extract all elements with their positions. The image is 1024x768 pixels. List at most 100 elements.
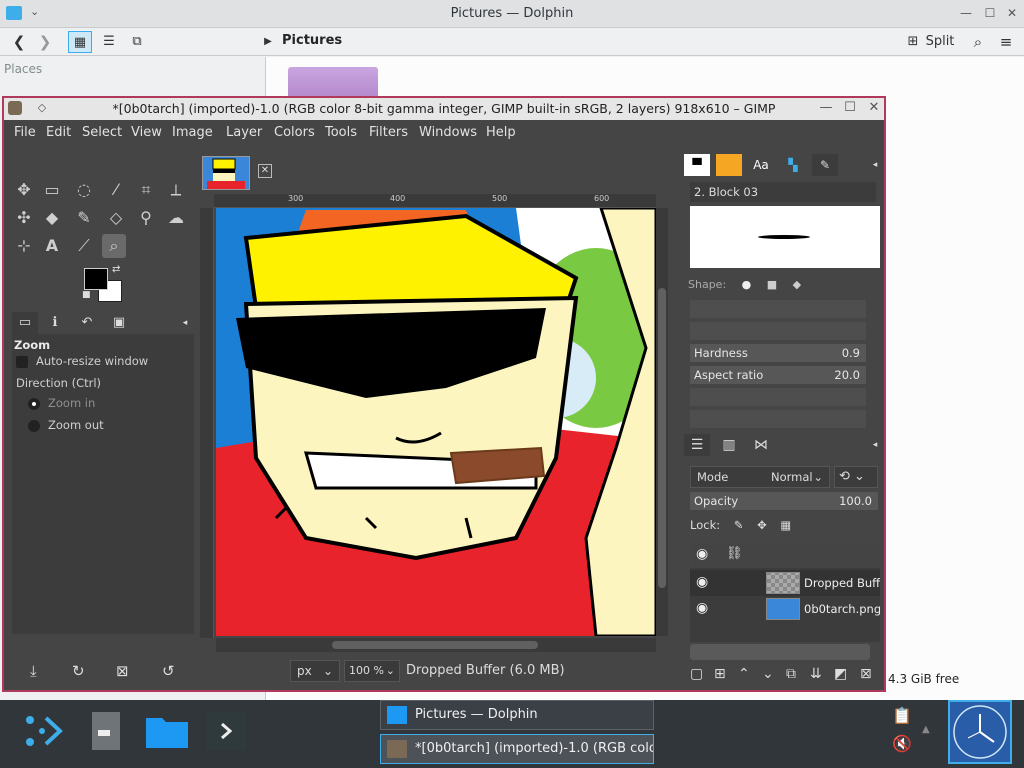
horizontal-ruler[interactable]: 300 400 500 600 — [214, 194, 656, 208]
images-tab-icon[interactable]: ▣ — [106, 312, 132, 334]
unit-select[interactable]: px ⌄ — [290, 660, 340, 682]
device-status-tab-icon[interactable]: ℹ — [42, 312, 68, 334]
mode-switch-button[interactable]: ⟲ ⌄ — [834, 466, 878, 488]
fg-bg-tab-icon[interactable]: ▀ — [684, 154, 710, 176]
menu-file[interactable]: File — [14, 125, 36, 140]
menu-image[interactable]: Image — [172, 125, 213, 140]
raise-layer-icon[interactable]: ⌃ — [738, 666, 750, 682]
foreground-color-swatch[interactable] — [84, 268, 108, 290]
new-layer-icon[interactable]: ▢ — [690, 666, 703, 682]
zoom-out-radio[interactable]: Zoom out — [28, 418, 104, 432]
split-icon[interactable]: ⊞ — [904, 31, 922, 53]
warp-icon[interactable]: ✣ — [12, 206, 36, 230]
smudge-icon[interactable]: ☁ — [164, 206, 188, 230]
task-dolphin[interactable]: Pictures — Dolphin — [380, 700, 654, 730]
layer-mode-select[interactable]: Mode Normal ⌄ — [690, 466, 830, 488]
minimize-icon[interactable]: — — [818, 100, 834, 116]
zoom-in-radio[interactable]: Zoom in — [28, 396, 95, 410]
angle-slider[interactable] — [690, 388, 866, 406]
lasso-icon[interactable]: ◌ — [72, 178, 96, 202]
fuzzy-select-icon[interactable]: ⁄ — [104, 178, 128, 202]
clone-icon[interactable]: ⚲ — [134, 206, 158, 230]
split-button[interactable]: Split — [924, 31, 956, 53]
gimp-titlebar[interactable]: ◇ *[0b0tarch] (imported)-1.0 (RGB color … — [4, 98, 884, 120]
text-tool-icon[interactable]: A — [40, 234, 64, 258]
image-tab[interactable]: ✕ — [202, 156, 282, 190]
transform-icon[interactable]: ⟂ — [164, 178, 188, 202]
opacity-slider[interactable]: Opacity 100.0 — [690, 492, 878, 510]
task-gimp[interactable]: *[0b0tarch] (imported)-1.0 (RGB colo... — [380, 734, 654, 764]
panel-menu-icon[interactable]: ◂ — [862, 154, 888, 176]
brushes-tab-icon[interactable]: ✎ — [812, 154, 838, 176]
mask-icon[interactable]: ◩ — [834, 666, 847, 682]
menu-colors[interactable]: Colors — [274, 125, 315, 140]
panel-menu-icon[interactable]: ◂ — [172, 312, 198, 334]
vertical-scrollbar[interactable] — [656, 208, 668, 636]
layer-row[interactable]: ◉ Dropped Buffer — [690, 570, 880, 596]
vertical-ruler[interactable] — [200, 208, 214, 638]
gradients-tab-icon[interactable]: ▚ — [780, 154, 806, 176]
analog-clock[interactable] — [948, 700, 1012, 764]
back-icon[interactable]: ❮ — [8, 31, 30, 53]
reset-colors-icon[interactable]: ■ — [82, 290, 91, 300]
swap-colors-icon[interactable]: ⇄ — [112, 264, 120, 275]
menu-icon[interactable]: ≡ — [996, 31, 1016, 53]
lower-layer-icon[interactable]: ⌄ — [762, 666, 774, 682]
menu-help[interactable]: Help — [486, 125, 516, 140]
delete-layer-icon[interactable]: ⊠ — [860, 666, 872, 682]
menu-filters[interactable]: Filters — [369, 125, 408, 140]
icons-view-icon[interactable]: ▦ — [68, 31, 92, 53]
scrollbar-thumb[interactable] — [658, 288, 666, 588]
maximize-icon[interactable]: ☐ — [842, 100, 858, 116]
lock-pixels-icon[interactable]: ✎ — [734, 518, 744, 532]
shape-circle-icon[interactable]: ● — [742, 278, 752, 291]
undo-history-tab-icon[interactable]: ↶ — [74, 312, 100, 334]
lock-position-icon[interactable]: ✥ — [757, 518, 767, 532]
tool-options-tab-icon[interactable]: ▭ — [12, 312, 38, 334]
save-preset-icon[interactable]: ⤓ — [30, 662, 37, 680]
paths-tab-icon[interactable]: ⋈ — [748, 434, 774, 456]
forward-icon[interactable]: ❯ — [34, 31, 56, 53]
fonts-tab-icon[interactable]: Aa — [748, 154, 774, 176]
clipboard-icon[interactable]: 📋 — [892, 706, 912, 725]
color-picker-icon[interactable]: ⟋ — [72, 234, 96, 258]
paintbrush-icon[interactable]: ✎ — [72, 206, 96, 230]
brush-name-field[interactable]: 2. Block 03 — [690, 182, 876, 202]
menu-windows[interactable]: Windows — [419, 125, 477, 140]
layers-scrollbar[interactable] — [690, 644, 870, 660]
horizontal-scrollbar[interactable] — [216, 638, 656, 652]
terminal-icon[interactable] — [204, 708, 250, 754]
patterns-tab-icon[interactable]: ■ — [716, 154, 742, 176]
folder-icon[interactable] — [144, 708, 190, 754]
menu-layer[interactable]: Layer — [226, 125, 262, 140]
zoom-select[interactable]: 100 % ⌄ — [344, 660, 400, 682]
delete-preset-icon[interactable]: ⊠ — [116, 662, 129, 680]
spikes-slider[interactable] — [690, 322, 866, 340]
eye-icon[interactable]: ◉ — [696, 574, 708, 590]
breadcrumb[interactable]: Pictures — [282, 33, 342, 48]
menu-edit[interactable]: Edit — [46, 125, 71, 140]
search-icon[interactable]: ⌕ — [968, 31, 988, 53]
panel-menu-icon[interactable]: ◂ — [862, 434, 888, 456]
app-launcher-icon[interactable] — [20, 708, 66, 754]
shape-diamond-icon[interactable]: ◆ — [793, 278, 801, 291]
move-tool-icon[interactable]: ✥ — [12, 178, 36, 202]
spacing-slider[interactable] — [690, 410, 866, 428]
new-group-icon[interactable]: ⊞ — [714, 666, 726, 682]
image-tab-thumbnail[interactable] — [202, 156, 250, 190]
volume-muted-icon[interactable]: 🔇 — [892, 734, 912, 753]
duplicate-layer-icon[interactable]: ⧉ — [786, 666, 796, 682]
hardness-slider[interactable]: Hardness 0.9 — [690, 344, 866, 362]
compact-view-icon[interactable]: ☰ — [98, 31, 120, 53]
dolphin-titlebar[interactable]: ⌄ Pictures — Dolphin — ☐ ✕ — [0, 0, 1024, 28]
details-view-icon[interactable]: ⧉ — [126, 31, 148, 53]
close-icon[interactable]: ✕ — [866, 100, 882, 116]
path-icon[interactable]: ⊹ — [12, 234, 36, 258]
restore-icon[interactable]: ↻ — [72, 662, 85, 680]
system-settings-icon[interactable] — [86, 708, 132, 754]
rect-select-icon[interactable]: ▭ — [40, 178, 64, 202]
close-image-icon[interactable]: ✕ — [258, 164, 272, 178]
maximize-icon[interactable]: ☐ — [982, 5, 998, 21]
lock-alpha-icon[interactable]: ▦ — [780, 518, 791, 532]
minimize-icon[interactable]: — — [958, 5, 974, 21]
